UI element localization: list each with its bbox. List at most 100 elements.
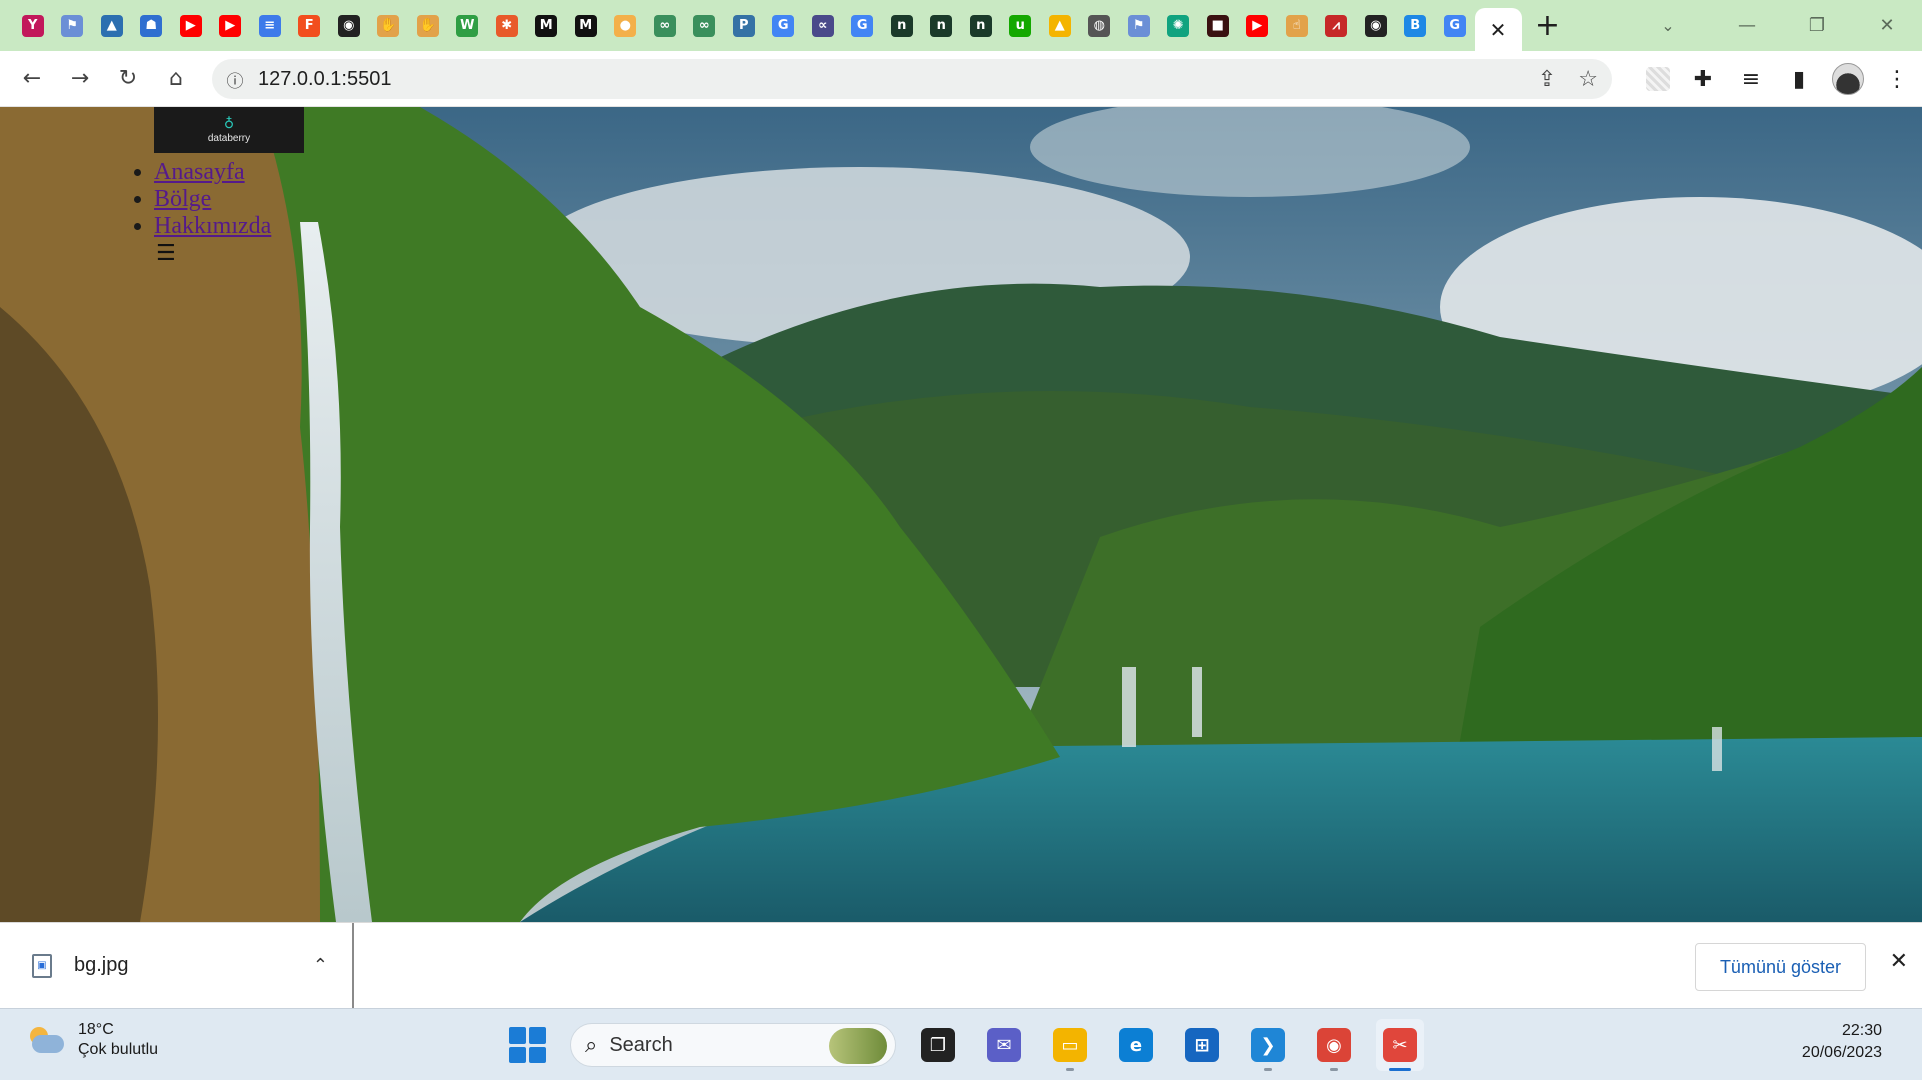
browser-tab[interactable]: ≡ (250, 0, 290, 51)
taskbar-app-task-view[interactable]: ❐ (914, 1019, 962, 1071)
browser-tab[interactable]: ▶ (211, 0, 251, 51)
asterisk-icon: ✱ (495, 14, 518, 37)
taskbar-app-snipping-tool[interactable]: ✂ (1376, 1019, 1424, 1071)
running-indicator (1264, 1068, 1272, 1071)
tab-search-icon[interactable]: ⌄ (1648, 4, 1688, 48)
browser-tab[interactable]: ☗ (132, 0, 172, 51)
hamburger-menu-icon[interactable]: ☰ (156, 241, 176, 266)
browser-tab[interactable]: ☝ (1277, 0, 1317, 51)
taskbar-app-teams-chat[interactable]: ✉ (980, 1019, 1028, 1071)
browser-tab[interactable]: ✺ (1159, 0, 1199, 51)
browser-tab[interactable]: G (843, 0, 883, 51)
globe-icon: ◍ (1088, 14, 1111, 37)
browser-tab[interactable]: M (527, 0, 567, 51)
clock-date: 20/06/2023 (1801, 1044, 1882, 1061)
minimize-button[interactable]: — (1712, 4, 1782, 48)
browser-tab[interactable]: n (882, 0, 922, 51)
nav-link-anasayfa[interactable]: Anasayfa (154, 159, 245, 185)
google-icon: G (772, 14, 795, 37)
side-panel-icon[interactable]: ▮ (1784, 67, 1814, 92)
browser-tab[interactable]: Y (13, 0, 53, 51)
close-download-shelf-icon[interactable]: ✕ (1890, 949, 1908, 974)
taskbar-app-file-explorer[interactable]: ▭ (1046, 1019, 1094, 1071)
docs-icon: ≡ (258, 14, 281, 37)
chevron-up-icon[interactable]: ⌃ (313, 955, 328, 976)
weather-text: 18°C Çok bulutlu (78, 1021, 158, 1059)
active-tab[interactable]: ✕ (1474, 8, 1522, 51)
taskbar-search[interactable]: ⌕ Search (570, 1023, 896, 1067)
browser-tab[interactable]: n (961, 0, 1001, 51)
share-icon[interactable]: ⇪ (1538, 67, 1556, 92)
nav-item-bolge: Bölge (154, 186, 271, 213)
forward-button[interactable]: → (56, 55, 104, 103)
upwork-icon: u (1009, 14, 1032, 37)
snipping-tool-icon: ✂ (1383, 1028, 1417, 1062)
taskbar-app-microsoft-store[interactable]: ⊞ (1178, 1019, 1226, 1071)
taskbar-app-edge[interactable]: e (1112, 1019, 1160, 1071)
show-all-downloads-button[interactable]: Tümünü göster (1694, 943, 1866, 991)
taskbar-app-vscode[interactable]: ❯ (1244, 1019, 1292, 1071)
ni-icon: n (930, 14, 953, 37)
browser-tab[interactable]: ∝ (803, 0, 843, 51)
nav-link-hakkimizda[interactable]: Hakkımızda (154, 213, 271, 239)
site-logo[interactable]: ♁ databerry (154, 107, 304, 153)
weather-widget[interactable]: 18°C Çok bulutlu (26, 1021, 158, 1059)
browser-tab[interactable]: ✋ (369, 0, 409, 51)
browser-tab[interactable]: F (290, 0, 330, 51)
browser-tab[interactable]: ∞ (645, 0, 685, 51)
drive-icon: ▲ (1048, 14, 1071, 37)
download-file-name[interactable]: bg.jpg (74, 954, 129, 977)
new-tab-button[interactable]: + (1526, 4, 1570, 48)
browser-tab[interactable]: P (724, 0, 764, 51)
browser-tab[interactable]: W (448, 0, 488, 51)
close-window-button[interactable]: ✕ (1852, 4, 1922, 48)
browser-tab[interactable]: ◉ (329, 0, 369, 51)
browser-tab[interactable]: n (922, 0, 962, 51)
chrome-icon: ◉ (1317, 1028, 1351, 1062)
media-queue-icon[interactable]: ≡ (1736, 67, 1766, 92)
browser-tab[interactable]: u (1001, 0, 1041, 51)
browser-tab[interactable]: G (764, 0, 804, 51)
browser-tab[interactable]: ▲ (1040, 0, 1080, 51)
ribbon-icon: ⩘ (1325, 14, 1348, 37)
image-file-icon: ▣ (32, 953, 52, 978)
address-bar[interactable]: ⓘ 127.0.0.1:5501 ⇪ ☆ (212, 59, 1612, 99)
browser-tab[interactable]: B (1396, 0, 1436, 51)
browser-tab[interactable]: ▶ (171, 0, 211, 51)
back-button[interactable]: ← (8, 55, 56, 103)
browser-tab[interactable]: ▶ (1238, 0, 1278, 51)
browser-tab[interactable]: ⩘ (1317, 0, 1357, 51)
python-icon: P (732, 14, 755, 37)
browser-tab[interactable]: ∞ (685, 0, 725, 51)
site-info-icon[interactable]: ⓘ (212, 67, 258, 92)
browser-tab[interactable]: ● (606, 0, 646, 51)
address-url[interactable]: 127.0.0.1:5501 (258, 68, 391, 91)
browser-tab[interactable]: M (566, 0, 606, 51)
system-clock[interactable]: 22:30 20/06/2023 (1802, 1022, 1882, 1062)
nav-link-bolge[interactable]: Bölge (154, 186, 211, 212)
profile-avatar[interactable] (1832, 63, 1864, 95)
browser-tab[interactable]: ◍ (1080, 0, 1120, 51)
puzzle-extensions-icon[interactable]: ✚ (1688, 67, 1718, 92)
reload-button[interactable]: ↻ (104, 55, 152, 103)
restore-button[interactable]: ❐ (1782, 4, 1852, 48)
extension-icon[interactable] (1646, 67, 1670, 91)
close-tab-icon[interactable]: ✕ (1490, 20, 1507, 40)
browser-tab[interactable]: ▲ (92, 0, 132, 51)
address-bar-actions: ⇪ ☆ (1538, 59, 1598, 99)
browser-tab[interactable]: ✱ (487, 0, 527, 51)
w3schools-icon: W (456, 14, 479, 37)
download-item[interactable]: ▣ bg.jpg ⌃ (0, 922, 354, 1009)
browser-tab[interactable]: ⚑ (53, 0, 93, 51)
browser-tab[interactable]: ✋ (408, 0, 448, 51)
flag-icon: ⚑ (1127, 14, 1150, 37)
windows-start-icon[interactable] (506, 1024, 548, 1066)
menu-dots-icon[interactable]: ⋮ (1882, 67, 1912, 92)
taskbar-app-chrome[interactable]: ◉ (1310, 1019, 1358, 1071)
bookmark-star-icon[interactable]: ☆ (1578, 67, 1598, 92)
browser-tab[interactable]: ◉ (1356, 0, 1396, 51)
browser-tab[interactable]: ⚑ (1119, 0, 1159, 51)
browser-tab[interactable]: G (1435, 0, 1475, 51)
home-button[interactable]: ⌂ (152, 55, 200, 103)
browser-tab[interactable]: ■ (1198, 0, 1238, 51)
